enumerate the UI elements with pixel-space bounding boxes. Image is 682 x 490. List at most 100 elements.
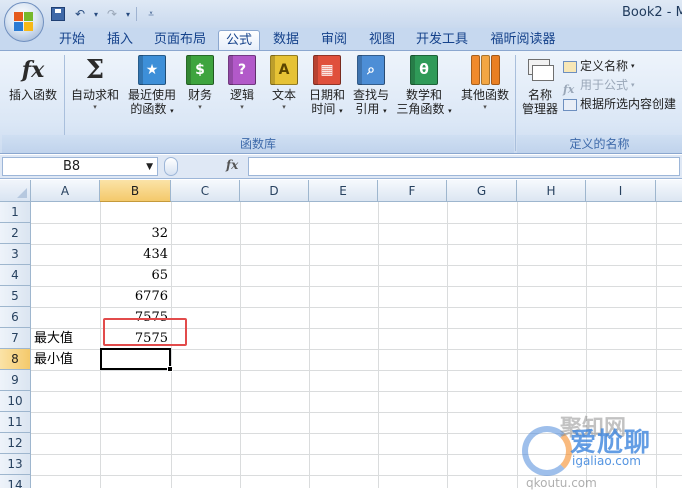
math-trig-label-2: 三角函数 ▾	[396, 102, 452, 116]
formula-bar-splitter[interactable]	[164, 157, 178, 176]
function-library-group-label: 函数库	[2, 135, 514, 153]
row-header-4[interactable]: 4	[0, 265, 31, 286]
more-functions-dropdown-icon: ▾	[483, 103, 487, 111]
row-header-14[interactable]: 14	[0, 475, 31, 488]
tab-foxit-reader[interactable]: 福昕阅读器	[482, 30, 564, 50]
financial-dropdown-icon: ▾	[198, 103, 202, 111]
row-header-12[interactable]: 12	[0, 433, 31, 454]
row-header-2[interactable]: 2	[0, 223, 31, 244]
name-box[interactable]: B8 ▼	[2, 157, 158, 176]
define-name-button[interactable]: 定义名称 ▾	[563, 57, 676, 76]
math-trig-button[interactable]: θ 数学和 三角函数 ▾	[392, 55, 456, 118]
recently-used-button[interactable]: ★ 最近使用 的函数 ▾	[124, 55, 180, 118]
cell-b2[interactable]: 32	[100, 223, 171, 244]
row-header-13[interactable]: 13	[0, 454, 31, 475]
create-from-selection-icon	[563, 98, 577, 111]
ribbon-divider	[515, 55, 516, 151]
column-header-d[interactable]: D	[240, 180, 309, 202]
formula-bar-controls: fx	[164, 157, 246, 176]
column-header-a[interactable]: A	[31, 180, 100, 202]
fill-handle[interactable]	[167, 366, 173, 372]
ribbon-formulas: fx 插入函数 Σ 自动求和 ▾ ★ 最近使用 的函数 ▾ $ 财务 ▾ ? 逻…	[0, 50, 682, 154]
column-header-f[interactable]: F	[378, 180, 447, 202]
column-header-partial[interactable]	[656, 180, 682, 202]
more-functions-books-icon	[468, 55, 502, 85]
column-header-g[interactable]: G	[447, 180, 517, 202]
row-header-7[interactable]: 7	[0, 328, 31, 349]
customize-toolbar-icon[interactable]: ⩡	[143, 6, 159, 22]
column-header-b[interactable]: B	[100, 180, 171, 202]
tab-data[interactable]: 数据	[266, 30, 306, 50]
row-header-6[interactable]: 6	[0, 307, 31, 328]
name-manager-icon	[526, 55, 554, 85]
row-header-1[interactable]: 1	[0, 202, 31, 223]
insert-function-fx-icon[interactable]: fx	[226, 158, 238, 172]
cell-b3[interactable]: 434	[100, 244, 171, 265]
tab-page-layout[interactable]: 页面布局	[146, 30, 214, 50]
tab-developer[interactable]: 开发工具	[408, 30, 476, 50]
toolbar-divider	[136, 7, 138, 21]
create-from-selection-label: 根据所选内容创建	[580, 97, 677, 111]
math-trig-label-1: 数学和	[405, 88, 442, 102]
column-header-h[interactable]: H	[517, 180, 586, 202]
insert-function-label: 插入函数	[8, 88, 57, 102]
cell-a8[interactable]: 最小值	[31, 349, 100, 370]
cell-a7[interactable]: 最大值	[31, 328, 100, 349]
row-header-5[interactable]: 5	[0, 286, 31, 307]
name-manager-button[interactable]: 名称 管理器	[518, 55, 562, 116]
redo-icon[interactable]: ↷	[104, 6, 120, 22]
save-icon[interactable]	[50, 6, 66, 22]
tab-formulas[interactable]: 公式	[218, 30, 260, 50]
date-time-button[interactable]: ▦ 日期和 时间 ▾	[304, 55, 350, 118]
define-name-icon	[563, 60, 577, 73]
insert-function-button[interactable]: fx 插入函数	[4, 55, 62, 102]
row-header-3[interactable]: 3	[0, 244, 31, 265]
define-name-dropdown-icon: ▾	[631, 62, 635, 70]
tab-home[interactable]: 开始	[52, 30, 92, 50]
column-header-e[interactable]: E	[309, 180, 378, 202]
use-in-formula-label: 用于公式	[580, 78, 629, 92]
more-functions-button[interactable]: 其他函数 ▾	[456, 55, 514, 112]
name-box-dropdown-icon[interactable]: ▼	[146, 159, 153, 176]
financial-book-icon: $	[186, 55, 214, 85]
text-dropdown-icon: ▾	[282, 103, 286, 111]
name-manager-label-1: 名称	[527, 88, 552, 102]
column-header-i[interactable]: I	[586, 180, 656, 202]
name-box-value: B8	[63, 159, 81, 174]
tab-view[interactable]: 视图	[362, 30, 402, 50]
cell-b5[interactable]: 6776	[100, 286, 171, 307]
quick-access-toolbar: ↶ ▾ ↷ ▾ ⩡	[50, 4, 159, 24]
formula-bar: B8 ▼ fx	[0, 155, 682, 179]
cell-b4[interactable]: 65	[100, 265, 171, 286]
redo-dropdown-icon[interactable]: ▾	[126, 10, 130, 19]
tab-insert[interactable]: 插入	[100, 30, 140, 50]
undo-dropdown-icon[interactable]: ▾	[94, 10, 98, 19]
office-button[interactable]	[4, 2, 44, 42]
row-header-8[interactable]: 8	[0, 349, 31, 370]
select-all-button[interactable]	[0, 180, 31, 202]
date-time-label-1: 日期和	[308, 88, 345, 102]
create-from-selection-button[interactable]: 根据所选内容创建	[563, 95, 676, 114]
undo-icon[interactable]: ↶	[72, 6, 88, 22]
use-in-formula-button[interactable]: fx 用于公式 ▾	[563, 76, 676, 96]
lookup-reference-button[interactable]: ⌕ 查找与 引用 ▾	[348, 55, 394, 118]
calendar-book-icon: ▦	[313, 55, 341, 85]
logical-button[interactable]: ? 逻辑 ▾	[222, 55, 262, 112]
autosum-dropdown-icon: ▾	[93, 103, 97, 111]
text-book-icon: A	[270, 55, 298, 85]
autosum-button[interactable]: Σ 自动求和 ▾	[66, 55, 124, 112]
ribbon-tab-bar: 开始 插入 页面布局 公式 数据 审阅 视图 开发工具 福昕阅读器	[0, 28, 682, 50]
use-in-formula-icon: fx	[563, 82, 575, 96]
column-header-c[interactable]: C	[171, 180, 240, 202]
active-cell-border	[100, 348, 171, 370]
row-header-9[interactable]: 9	[0, 370, 31, 391]
recently-used-label-2: 的函数 ▾	[130, 102, 174, 116]
formula-input[interactable]	[248, 157, 680, 176]
row-header-10[interactable]: 10	[0, 391, 31, 412]
text-functions-button[interactable]: A 文本 ▾	[264, 55, 304, 112]
window-title: Book2 - M	[622, 5, 682, 20]
title-bar: ↶ ▾ ↷ ▾ ⩡ Book2 - M	[0, 0, 682, 28]
row-header-11[interactable]: 11	[0, 412, 31, 433]
tab-review[interactable]: 审阅	[314, 30, 354, 50]
financial-button[interactable]: $ 财务 ▾	[180, 55, 220, 112]
